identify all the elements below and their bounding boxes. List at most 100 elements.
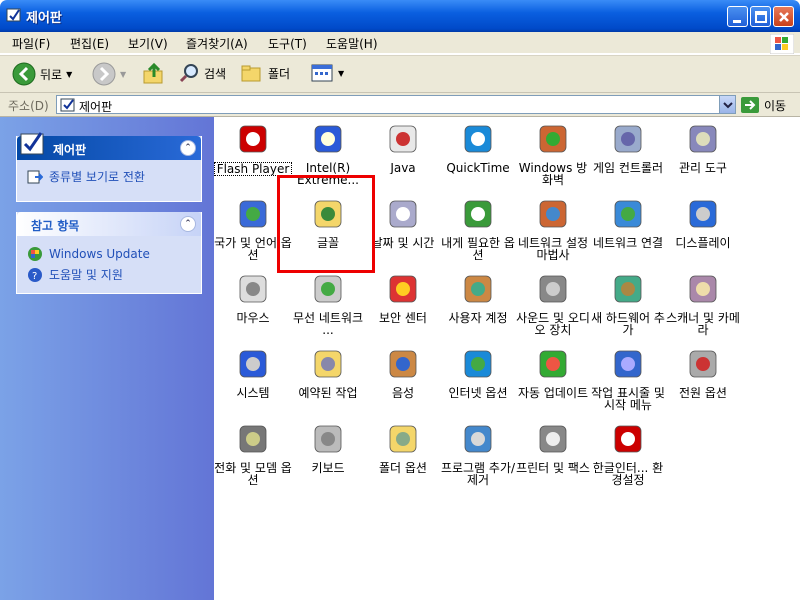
cp-item-label: 작업 표시줄 및 시작 메뉴 bbox=[591, 387, 665, 411]
cp-item[interactable]: 스캐너 및 카메라 bbox=[664, 272, 742, 336]
panel-header[interactable]: 참고 항목 ⌃ bbox=[17, 212, 201, 236]
folder-options-icon bbox=[389, 425, 417, 453]
minimize-button[interactable] bbox=[727, 6, 748, 27]
windows-update-link[interactable]: Windows Update bbox=[27, 246, 150, 262]
help-support-label: 도움말 및 지원 bbox=[49, 268, 123, 282]
search-button[interactable]: 검색 bbox=[178, 62, 226, 84]
cp-item[interactable]: Java bbox=[364, 122, 442, 174]
windows-logo-icon bbox=[770, 34, 794, 54]
cp-item[interactable]: 사운드 및 오디오 장치 bbox=[514, 272, 592, 336]
collapse-icon[interactable]: ⌃ bbox=[180, 216, 196, 232]
cp-item[interactable]: 전원 옵션 bbox=[664, 347, 742, 399]
go-button[interactable]: 이동 bbox=[740, 96, 786, 114]
cp-item-label: QuickTime bbox=[446, 162, 510, 174]
go-arrow-icon bbox=[741, 97, 759, 113]
cp-item[interactable]: Flash Player bbox=[214, 122, 292, 176]
cp-item-label: 날짜 및 시간 bbox=[371, 237, 435, 249]
views-button[interactable]: ▼ bbox=[310, 62, 344, 84]
taskbar-start-menu-icon bbox=[614, 350, 642, 378]
cp-item[interactable]: 관리 도구 bbox=[664, 122, 742, 174]
cp-item[interactable]: 전화 및 모뎀 옵션 bbox=[214, 422, 292, 486]
menu-tools[interactable]: 도구(T) bbox=[268, 35, 307, 52]
internet-options-icon bbox=[464, 350, 492, 378]
speech-icon bbox=[389, 350, 417, 378]
intel-graphics-icon bbox=[314, 125, 342, 153]
cp-item[interactable]: 새 하드웨어 추가 bbox=[589, 272, 667, 336]
cp-item[interactable]: 디스플레이 bbox=[664, 197, 742, 249]
panel-title: 참고 항목 bbox=[31, 219, 80, 233]
cp-item[interactable]: 프린터 및 팩스 bbox=[514, 422, 592, 474]
cp-item[interactable]: 내게 필요한 옵션 bbox=[439, 197, 517, 261]
cp-item[interactable]: 작업 표시줄 및 시작 메뉴 bbox=[589, 347, 667, 411]
admin-tools-icon bbox=[689, 125, 717, 153]
cp-item[interactable]: QuickTime bbox=[439, 122, 517, 174]
display-icon bbox=[689, 200, 717, 228]
cp-item-label: 음성 bbox=[391, 387, 415, 399]
scanner-camera-icon bbox=[689, 275, 717, 303]
help-support-link[interactable]: ? 도움말 및 지원 bbox=[27, 266, 123, 283]
forward-button[interactable]: ▼ bbox=[92, 62, 126, 86]
maximize-button[interactable] bbox=[750, 6, 771, 27]
cp-item[interactable]: 마우스 bbox=[214, 272, 292, 324]
menu-bar: 파일(F) 편집(E) 보기(V) 즐겨찾기(A) 도구(T) 도움말(H) bbox=[0, 32, 800, 54]
search-label: 검색 bbox=[204, 66, 227, 81]
title-bar[interactable]: 제어판 bbox=[0, 0, 800, 32]
cp-item[interactable]: 보안 센터 bbox=[364, 272, 442, 324]
cp-item[interactable]: 무선 네트워크 ... bbox=[289, 272, 367, 336]
forward-dropdown-icon[interactable]: ▼ bbox=[120, 70, 126, 79]
cp-item[interactable]: 한글인터... 환경설정 bbox=[589, 422, 667, 486]
cp-item[interactable]: 폴더 옵션 bbox=[364, 422, 442, 474]
menu-favorites[interactable]: 즐겨찾기(A) bbox=[186, 35, 248, 52]
cp-item[interactable]: 네트워크 연결 bbox=[589, 197, 667, 249]
go-label: 이동 bbox=[764, 98, 787, 113]
cp-item[interactable]: Windows 방화벽 bbox=[514, 122, 592, 186]
close-button[interactable] bbox=[773, 6, 794, 27]
cp-item[interactable]: 네트워크 설정 마법사 bbox=[514, 197, 592, 261]
cp-item-label: 프린터 및 팩스 bbox=[516, 462, 590, 474]
back-arrow-icon bbox=[12, 62, 36, 86]
system-icon bbox=[239, 350, 267, 378]
menu-file[interactable]: 파일(F) bbox=[12, 35, 50, 52]
cp-item[interactable]: 날짜 및 시간 bbox=[364, 197, 442, 249]
control-panel-task-panel: 제어판 ⌃ 종류별 보기로 전환 bbox=[16, 132, 202, 202]
cp-item-label: 무선 네트워크 ... bbox=[292, 312, 364, 336]
cp-item-label: 한글인터... 환경설정 bbox=[592, 462, 664, 486]
folders-button[interactable]: 폴더 bbox=[240, 62, 290, 84]
task-pane: 제어판 ⌃ 종류별 보기로 전환 참고 항목 ⌃ Windows Update … bbox=[0, 117, 214, 600]
cp-item[interactable]: 자동 업데이트 bbox=[514, 347, 592, 399]
panel-header[interactable]: 제어판 ⌃ bbox=[17, 132, 201, 160]
up-folder-icon[interactable] bbox=[142, 62, 166, 86]
cp-item-label: 사운드 및 오디오 장치 bbox=[516, 312, 590, 336]
back-button[interactable]: 뒤로 ▼ bbox=[12, 62, 72, 86]
address-input[interactable]: 제어판 bbox=[56, 95, 736, 114]
accessibility-icon bbox=[464, 200, 492, 228]
cp-item[interactable]: 인터넷 옵션 bbox=[439, 347, 517, 399]
switch-view-label: 종류별 보기로 전환 bbox=[49, 170, 145, 184]
sound-audio-icon bbox=[539, 275, 567, 303]
printers-fax-icon bbox=[539, 425, 567, 453]
cp-item[interactable]: 게임 컨트롤러 bbox=[589, 122, 667, 174]
toolbar: 뒤로 ▼ ▼ 검색 폴더 ▼ bbox=[0, 55, 800, 93]
collapse-icon[interactable]: ⌃ bbox=[180, 140, 196, 156]
back-dropdown-icon[interactable]: ▼ bbox=[66, 70, 72, 79]
cp-item-label: 사용자 계정 bbox=[448, 312, 508, 324]
hangul-ime-icon bbox=[614, 425, 642, 453]
menu-edit[interactable]: 편집(E) bbox=[70, 35, 109, 52]
cp-item[interactable]: 음성 bbox=[364, 347, 442, 399]
cp-item[interactable]: 시스템 bbox=[214, 347, 292, 399]
cp-item[interactable]: 사용자 계정 bbox=[439, 272, 517, 324]
network-connections-icon bbox=[614, 200, 642, 228]
menu-help[interactable]: 도움말(H) bbox=[326, 35, 378, 52]
menu-view[interactable]: 보기(V) bbox=[128, 35, 168, 52]
cp-item[interactable]: 프로그램 추가/제거 bbox=[439, 422, 517, 486]
address-dropdown-button[interactable] bbox=[719, 96, 735, 113]
switch-category-view-link[interactable]: 종류별 보기로 전환 bbox=[27, 168, 145, 185]
folders-icon bbox=[241, 65, 261, 82]
cp-item[interactable]: 예약된 작업 bbox=[289, 347, 367, 399]
network-wizard-icon bbox=[539, 200, 567, 228]
cp-item[interactable]: 키보드 bbox=[289, 422, 367, 474]
windows-update-label: Windows Update bbox=[49, 247, 150, 261]
mouse-icon bbox=[239, 275, 267, 303]
panel-title: 제어판 bbox=[53, 143, 87, 157]
scheduled-tasks-icon bbox=[314, 350, 342, 378]
